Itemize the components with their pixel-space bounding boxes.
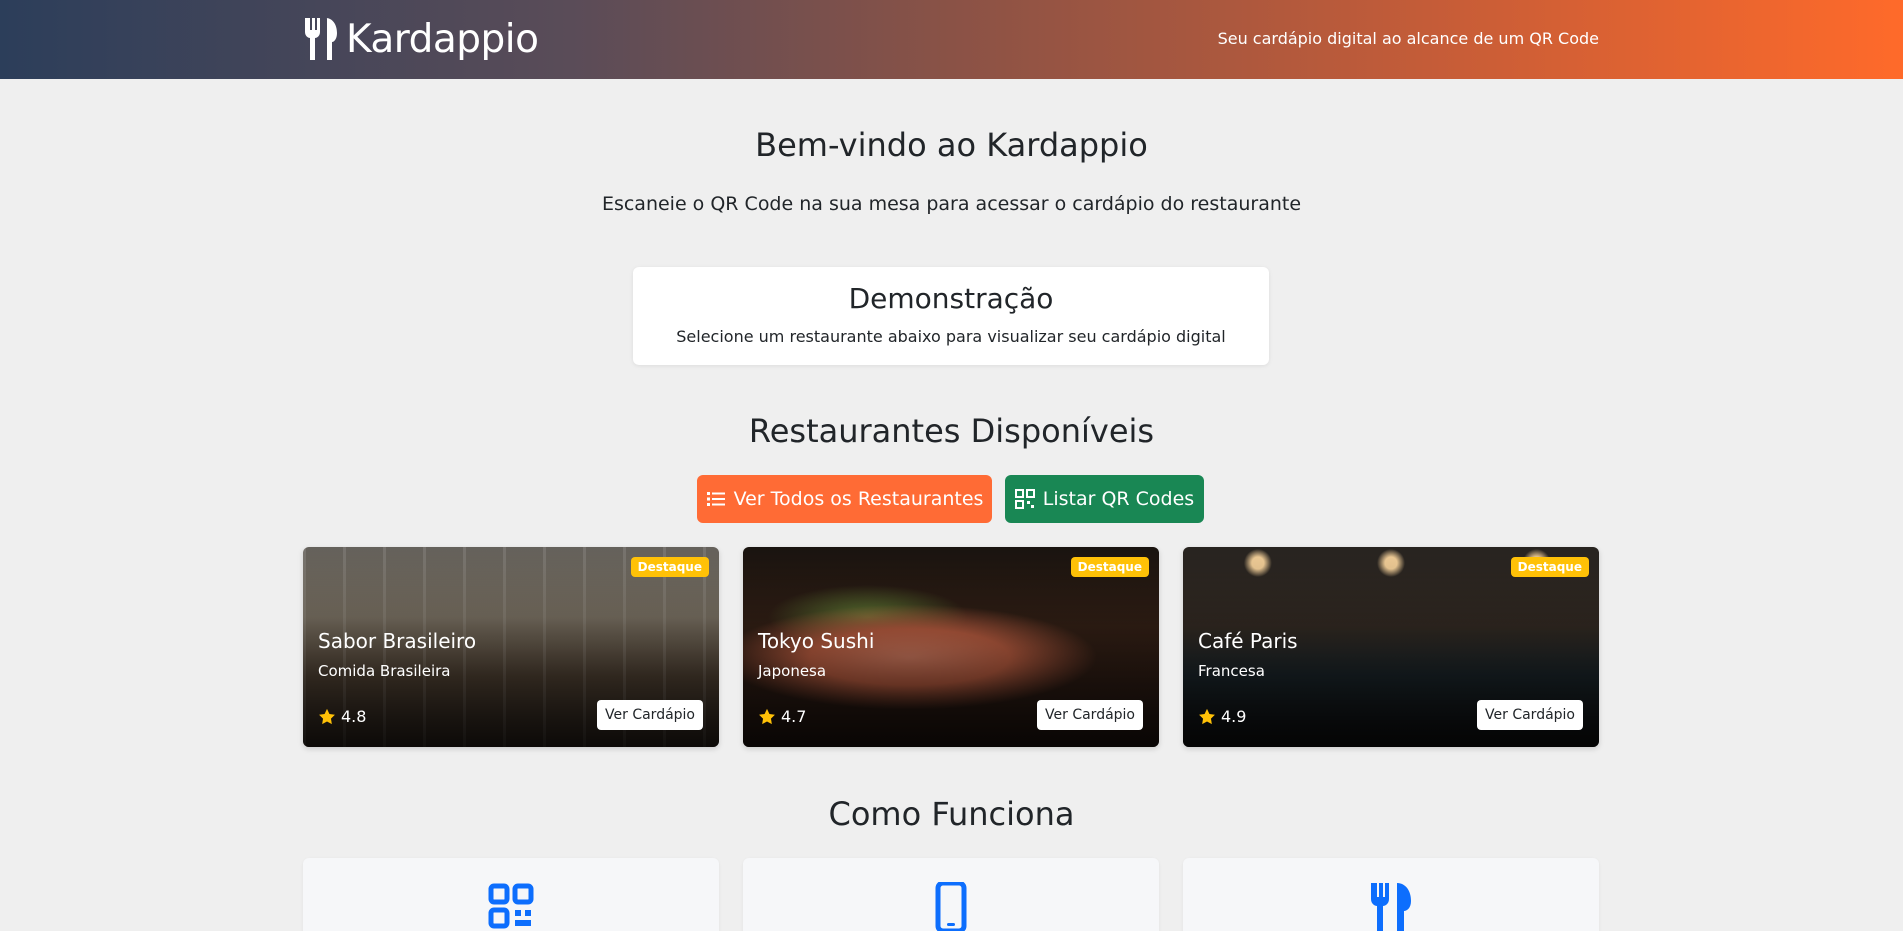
- view-menu-button[interactable]: Ver Cardápio: [1037, 700, 1143, 730]
- featured-badge: Destaque: [1070, 557, 1149, 577]
- view-all-restaurants-label: Ver Todos os Restaurantes: [733, 488, 984, 510]
- page-subtitle: Escaneie o QR Code na sua mesa para aces…: [601, 193, 1302, 215]
- demo-title: Demonstração: [848, 282, 1054, 315]
- restaurant-rating: 4.8: [318, 707, 366, 726]
- view-all-restaurants-button[interactable]: Ver Todos os Restaurantes: [697, 475, 992, 523]
- brand-name: Kardappio: [346, 16, 539, 62]
- demo-text: Selecione um restaurante abaixo para vis…: [676, 327, 1226, 346]
- utensils-icon: [1371, 883, 1411, 931]
- how-it-works-title: Como Funciona: [828, 795, 1075, 833]
- star-icon: [1199, 708, 1215, 724]
- view-menu-button[interactable]: Ver Cardápio: [597, 700, 703, 730]
- restaurant-rating: 4.7: [758, 707, 806, 726]
- page-title: Bem-vindo ao Kardappio: [755, 126, 1148, 164]
- restaurant-cuisine: Francesa: [1198, 662, 1265, 680]
- brand-logo[interactable]: Kardappio: [302, 14, 539, 64]
- demo-card: Demonstração Selecione um restaurante ab…: [633, 267, 1269, 365]
- restaurant-name: Tokyo Sushi: [758, 629, 875, 653]
- star-icon: [319, 708, 335, 724]
- phone-icon: [935, 882, 967, 931]
- restaurant-cuisine: Japonesa: [758, 662, 827, 680]
- view-menu-button[interactable]: Ver Cardápio: [1477, 700, 1583, 730]
- restaurant-rating: 4.9: [1198, 707, 1246, 726]
- restaurant-name: Sabor Brasileiro: [318, 629, 477, 653]
- restaurant-cuisine: Comida Brasileira: [318, 662, 451, 680]
- how-step-card: [303, 858, 719, 931]
- how-step-card: [743, 858, 1159, 931]
- qr-code-icon: [488, 883, 534, 929]
- list-qr-codes-button[interactable]: Listar QR Codes: [1005, 475, 1204, 523]
- featured-badge: Destaque: [630, 557, 709, 577]
- restaurant-name: Café Paris: [1198, 629, 1298, 653]
- restaurants-section-title: Restaurantes Disponíveis: [748, 412, 1155, 450]
- featured-badge: Destaque: [1510, 557, 1589, 577]
- how-step-card: [1183, 858, 1599, 931]
- header-tagline: Seu cardápio digital ao alcance de um QR…: [1217, 29, 1599, 48]
- list-icon: [706, 492, 725, 506]
- restaurant-card[interactable]: Destaque Sabor Brasileiro Comida Brasile…: [303, 547, 719, 747]
- restaurant-card[interactable]: Destaque Café Paris Francesa 4.9 Ver Car…: [1183, 547, 1599, 747]
- list-qr-codes-label: Listar QR Codes: [1042, 488, 1195, 510]
- site-header: Kardappio Seu cardápio digital ao alcanc…: [0, 0, 1903, 79]
- star-icon: [759, 708, 775, 724]
- utensils-icon: [305, 18, 337, 60]
- qr-code-icon: [1014, 489, 1035, 509]
- restaurant-card[interactable]: Destaque Tokyo Sushi Japonesa 4.7 Ver Ca…: [743, 547, 1159, 747]
